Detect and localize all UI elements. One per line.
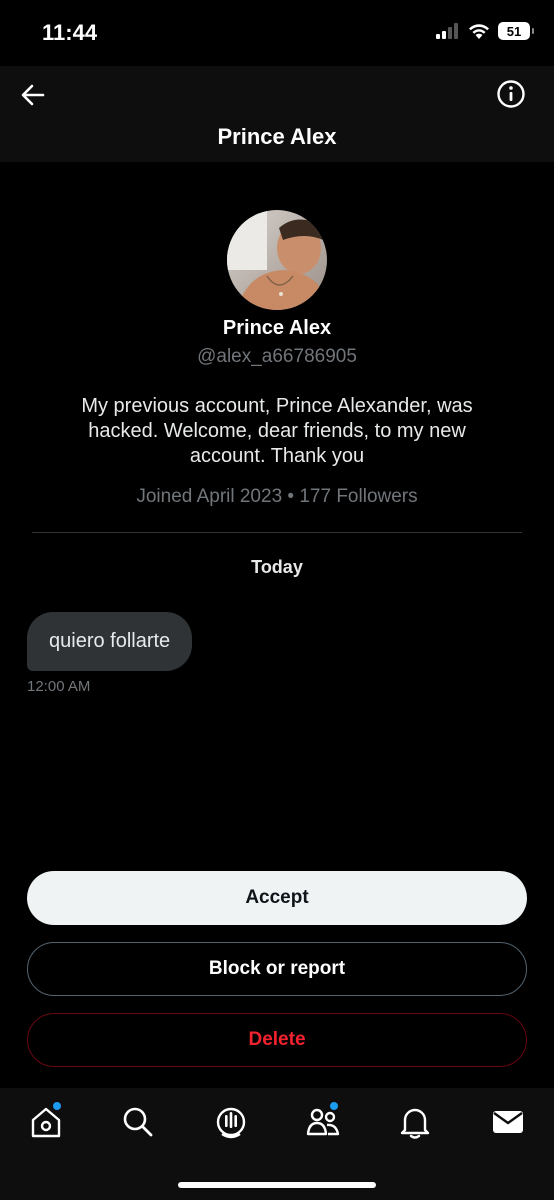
accept-button[interactable]: Accept [27,871,527,925]
messages-icon[interactable] [490,1104,526,1140]
divider [32,532,522,533]
profile-handle: @alex_a66786905 [197,346,357,367]
profile-meta: Joined April 2023 • 177 Followers [136,486,418,507]
status-time: 11:44 [42,20,98,45]
message-text: quiero follarte [49,630,171,652]
communities-badge [330,1102,338,1110]
block-or-report-button[interactable]: Block or report [27,942,527,996]
notifications-icon[interactable] [397,1104,433,1140]
arrow-left-icon[interactable] [18,80,48,110]
page-title: Prince Alex [217,124,337,149]
avatar[interactable] [227,210,327,310]
delete-button[interactable]: Delete [27,1013,527,1067]
status-icons: 51 [436,22,534,40]
info-icon[interactable] [496,79,526,109]
profile-bio: My previous account, Prince Alexander, w… [81,395,473,467]
message-bubble[interactable]: quiero follarte [27,612,193,671]
battery-indicator: 51 [498,22,534,40]
spaces-icon[interactable] [213,1104,249,1140]
battery-level: 51 [506,23,522,39]
avatar-photo [227,210,327,310]
profile-display-name: Prince Alex [222,317,332,339]
search-icon[interactable] [120,1104,156,1140]
cellular-signal-icon [436,23,458,39]
message-timestamp: 12:00 AM [27,678,91,695]
home-indicator[interactable] [178,1182,376,1188]
day-separator: Today [251,557,303,577]
wifi-icon [469,23,489,39]
home-badge [53,1102,61,1110]
